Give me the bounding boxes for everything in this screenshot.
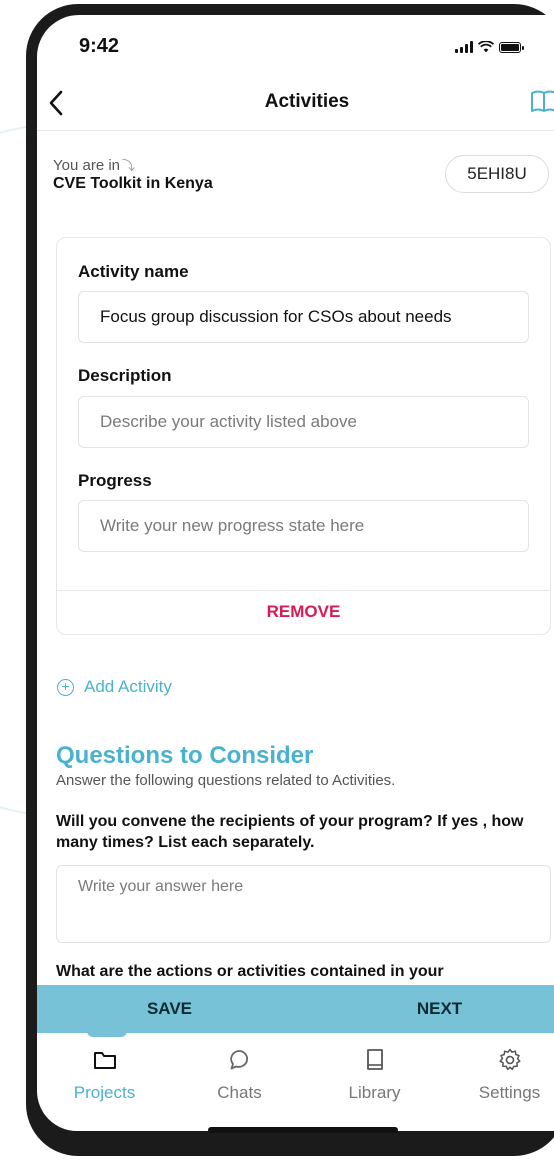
progress-field[interactable]: Write your new progress state here [78,500,529,552]
open-book-icon[interactable] [529,89,554,115]
tab-library[interactable]: Library [307,1039,442,1131]
description-label: Description [78,366,172,385]
nav-header: Activities [37,75,554,131]
battery-icon [499,42,524,53]
questions-title: Questions to Consider [56,742,314,769]
tab-settings[interactable]: Settings [442,1039,554,1131]
tab-label: Projects [73,1083,136,1102]
progress-label: Progress [78,471,152,490]
status-time: 9:42 [79,35,120,57]
plus-circle-icon: + [57,678,74,696]
folder-icon [93,1052,116,1069]
tab-label: Chats [217,1083,262,1102]
save-button[interactable]: SAVE [37,985,302,1033]
bottom-tab-bar: Projects Chats Library Settings [37,1039,554,1131]
active-tab-indicator [87,1025,127,1037]
project-code-badge[interactable]: 5EHI8U [445,155,549,193]
tab-label: Settings [478,1083,541,1102]
gear-icon [498,1048,521,1071]
tab-chats[interactable]: Chats [172,1039,307,1131]
activity-card: Activity name Focus group discussion for… [56,237,551,635]
tab-label: Library [348,1083,401,1102]
add-activity-label: Add Activity [84,677,172,696]
project-name: CVE Toolkit in Kenya [53,175,213,192]
you-are-in-text: You are in [53,157,121,174]
project-context-label: You are in ⤵ [53,155,135,174]
question-text: What are the actions or activities conta… [56,963,444,980]
status-icons [455,41,524,53]
phone-frame: 9:42 Activities You are in ⤵ CVE Toolkit… [26,4,554,1156]
remove-activity-button[interactable]: REMOVE [57,590,550,635]
tab-projects[interactable]: Projects [37,1039,172,1131]
page-title: Activities [264,91,350,112]
wifi-icon [478,41,494,53]
app-screen: 9:42 Activities You are in ⤵ CVE Toolkit… [37,15,554,1131]
chat-bubble-icon [229,1050,248,1070]
book-icon [366,1049,383,1070]
question-text: Will you convene the recipients of your … [56,813,524,851]
down-right-arrow-icon: ⤵ [122,158,136,173]
home-indicator [208,1127,398,1133]
activity-name-label: Activity name [78,262,189,281]
activity-name-field[interactable]: Focus group discussion for CSOs about ne… [78,291,529,343]
description-field[interactable]: Describe your activity listed above [78,396,529,448]
signal-icon [455,41,473,53]
add-activity-button[interactable]: + Add Activity [57,677,172,697]
next-button[interactable]: NEXT [302,985,554,1033]
questions-subtitle: Answer the following questions related t… [56,772,396,789]
answer-field[interactable]: Write your answer here [56,865,551,943]
